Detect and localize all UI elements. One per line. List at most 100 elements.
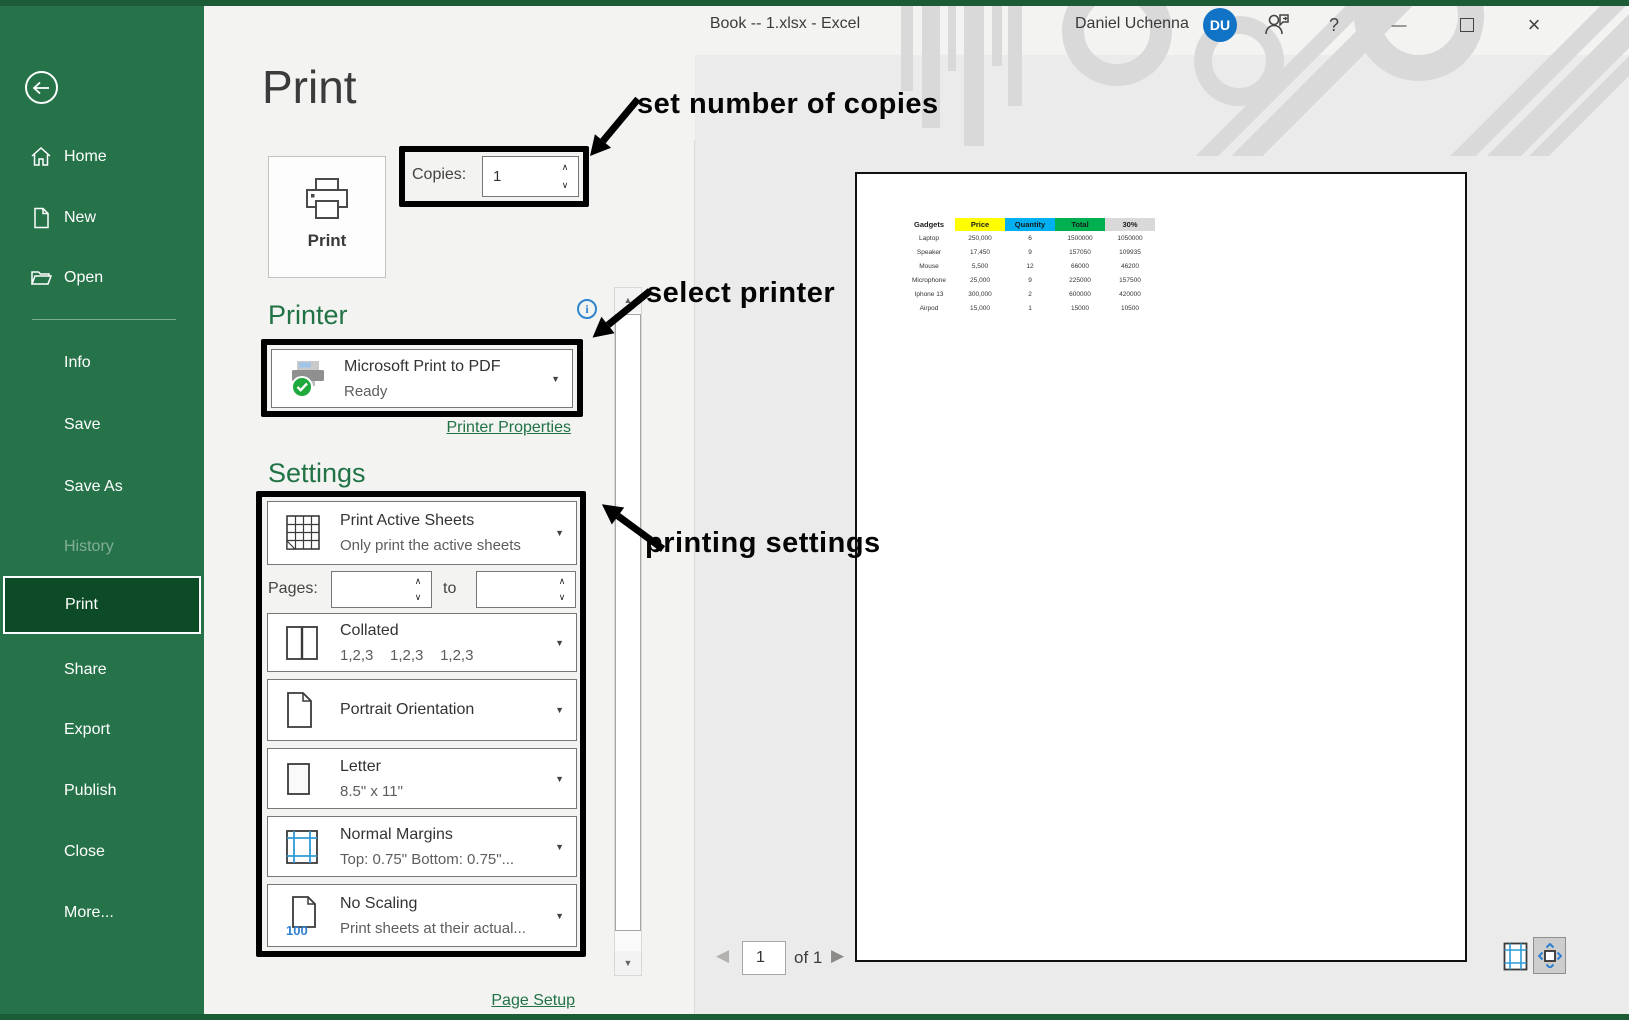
close-button[interactable]: × xyxy=(1516,8,1552,42)
sidebar-item-open[interactable]: Open xyxy=(0,263,204,293)
printer-status: Ready xyxy=(344,382,542,401)
table-cell: 5,500 xyxy=(955,259,1005,273)
table-cell: Speaker xyxy=(903,245,955,259)
paper-size-dropdown[interactable]: Letter 8.5" x 11" ▼ xyxy=(267,748,577,809)
switch-account-icon[interactable] xyxy=(1258,8,1296,42)
table-cell: 420000 xyxy=(1105,287,1155,301)
chevron-down-icon: ▼ xyxy=(551,374,560,384)
show-margins-button[interactable] xyxy=(1501,941,1530,972)
pages-to-increment-icon[interactable]: ∧ xyxy=(551,573,573,590)
avatar[interactable]: DU xyxy=(1203,8,1237,42)
sidebar-item-save[interactable]: Save xyxy=(0,410,204,440)
sidebar-item-label: New xyxy=(64,209,96,227)
table-cell: Iphone 13 xyxy=(903,287,955,301)
chevron-down-icon: ▼ xyxy=(555,911,564,921)
table-cell: 9 xyxy=(1005,245,1055,259)
scroll-up-icon[interactable]: ▲ xyxy=(615,288,641,312)
pages-from-increment-icon[interactable]: ∧ xyxy=(407,573,429,590)
scrollbar-thumb[interactable] xyxy=(615,314,641,931)
scroll-down-icon[interactable]: ▼ xyxy=(615,951,641,975)
next-page-icon[interactable]: ▶ xyxy=(831,946,844,966)
margins-primary: Normal Margins xyxy=(340,825,546,845)
pages-label: Pages: xyxy=(268,580,318,598)
print-button-label: Print xyxy=(308,231,347,251)
settings-section-heading: Settings xyxy=(268,458,366,489)
back-button[interactable] xyxy=(25,71,58,104)
margins-dropdown[interactable]: Normal Margins Top: 0.75" Bottom: 0.75".… xyxy=(267,816,577,877)
zoom-to-page-icon xyxy=(1538,943,1562,968)
printer-properties-link[interactable]: Printer Properties xyxy=(400,419,571,437)
paper-size-primary: Letter xyxy=(340,757,546,777)
sidebar-item-history: History xyxy=(0,532,204,562)
print-what-dropdown[interactable]: Print Active Sheets Only print the activ… xyxy=(267,501,577,565)
printer-select-dropdown[interactable]: Microsoft Print to PDF Ready ▼ xyxy=(271,349,573,408)
printer-section-heading: Printer xyxy=(268,300,348,331)
copies-increment-icon[interactable]: ∧ xyxy=(554,158,576,177)
portrait-page-icon xyxy=(284,690,316,730)
copies-decrement-icon[interactable]: ∨ xyxy=(554,177,576,196)
pages-from-decrement-icon[interactable]: ∨ xyxy=(407,590,429,607)
sidebar-item-publish[interactable]: Publish xyxy=(0,776,204,806)
maximize-button[interactable] xyxy=(1450,8,1484,42)
sidebar-item-label: Publish xyxy=(64,782,116,800)
table-cell: Laptop xyxy=(903,231,955,245)
col-header: Total xyxy=(1055,218,1105,231)
zoom-to-page-button[interactable] xyxy=(1533,937,1566,974)
pages-to-stepper[interactable]: ∧ ∨ xyxy=(476,571,576,608)
sidebar-item-home[interactable]: Home xyxy=(0,142,204,172)
sidebar-item-save-as[interactable]: Save As xyxy=(0,472,204,502)
settings-scrollbar[interactable]: ▲ ▼ xyxy=(614,287,642,976)
previous-page-icon[interactable]: ◀ xyxy=(716,946,729,966)
col-header: Quantity xyxy=(1005,218,1055,231)
collation-dropdown[interactable]: Collated 1,2,3 1,2,3 1,2,3 ▼ xyxy=(267,613,577,672)
page-number-input[interactable]: 1 xyxy=(742,941,786,975)
sidebar-item-new[interactable]: New xyxy=(0,203,204,233)
open-folder-icon xyxy=(30,267,52,289)
annotation-settings: printing settings xyxy=(645,527,881,560)
scaling-primary: No Scaling xyxy=(340,894,546,914)
scaling-dropdown[interactable]: 100 No Scaling Print sheets at their act… xyxy=(267,884,577,947)
sidebar-item-close[interactable]: Close xyxy=(0,837,204,867)
minimize-button[interactable]: — xyxy=(1382,8,1416,42)
copies-stepper[interactable]: 1 ∧ ∨ xyxy=(482,156,579,197)
sidebar-item-label: History xyxy=(64,538,114,556)
annotation-printer: select printer xyxy=(646,277,835,310)
table-cell: 10500 xyxy=(1105,301,1155,315)
chevron-down-icon: ▼ xyxy=(555,638,564,648)
sidebar-item-share[interactable]: Share xyxy=(0,655,204,685)
sidebar-item-info[interactable]: Info xyxy=(0,348,204,378)
printer-icon xyxy=(303,177,351,221)
sidebar-item-export[interactable]: Export xyxy=(0,715,204,745)
copies-label: Copies: xyxy=(412,166,466,184)
page-setup-link[interactable]: Page Setup xyxy=(460,992,575,1010)
sidebar-item-label: Open xyxy=(64,269,103,287)
pages-to-decrement-icon[interactable]: ∨ xyxy=(551,590,573,607)
account-user-name: Daniel Uchenna xyxy=(1075,15,1189,33)
help-button[interactable]: ? xyxy=(1318,8,1350,42)
chevron-down-icon: ▼ xyxy=(555,705,564,715)
print-button[interactable]: Print xyxy=(268,156,386,278)
table-cell: 46200 xyxy=(1105,259,1155,273)
table-cell: 9 xyxy=(1005,273,1055,287)
col-header: 30% xyxy=(1105,218,1155,231)
table-cell: 300,000 xyxy=(955,287,1005,301)
sidebar-item-print[interactable]: Print xyxy=(3,576,201,634)
maximize-icon xyxy=(1460,18,1474,32)
sidebar-item-more[interactable]: More... xyxy=(0,898,204,928)
sidebar-item-label: Save As xyxy=(64,478,123,496)
home-icon xyxy=(30,146,52,168)
sidebar-item-label: Close xyxy=(64,843,105,861)
table-cell: Microphone xyxy=(903,273,955,287)
orientation-dropdown[interactable]: Portrait Orientation ▼ xyxy=(267,679,577,741)
pages-from-stepper[interactable]: ∧ ∨ xyxy=(331,571,432,608)
person-arrow-icon xyxy=(1263,12,1291,38)
info-icon[interactable]: i xyxy=(577,299,597,319)
print-what-secondary: Only print the active sheets xyxy=(340,536,546,555)
sidebar-divider xyxy=(32,319,176,320)
new-document-icon xyxy=(30,207,52,229)
show-margins-icon xyxy=(1503,942,1528,971)
table-cell: Mouse xyxy=(903,259,955,273)
backstage-sidebar: Home New Open Info Save Save As History … xyxy=(0,0,204,1020)
printer-name: Microsoft Print to PDF xyxy=(344,357,542,377)
copies-value: 1 xyxy=(493,157,501,196)
